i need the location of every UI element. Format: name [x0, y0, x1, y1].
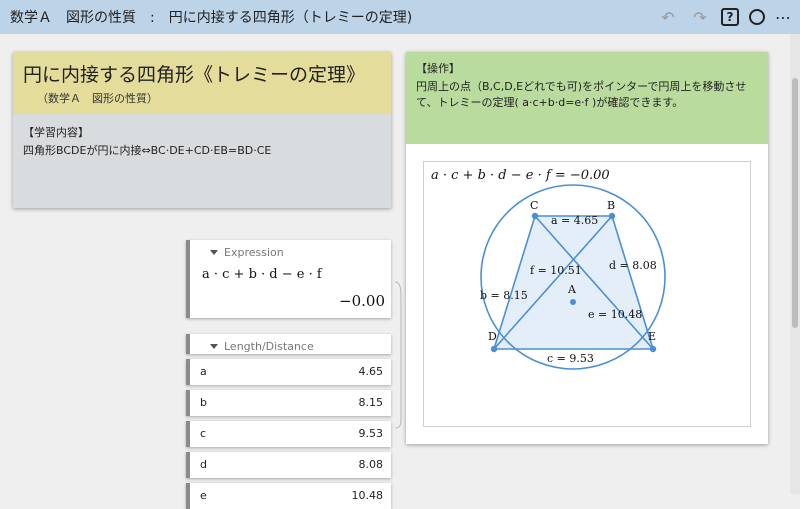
expression-value: −0.00: [339, 292, 385, 310]
operation-label: 【操作】: [416, 62, 460, 75]
length-row-a[interactable]: a 4.65: [186, 359, 391, 385]
top-bar: 数学Ａ 図形の性質 : 円に内接する四角形（トレミーの定理) ↶ ↷ ? ⋯: [0, 0, 800, 34]
vertical-scrollbar[interactable]: [790, 34, 800, 494]
length-row-e[interactable]: e 10.48: [186, 483, 391, 509]
length-name: d: [200, 458, 207, 471]
circle-icon[interactable]: [749, 9, 765, 25]
undo-icon[interactable]: ↶: [657, 6, 679, 28]
learning-content-label: 【学習内容】: [23, 126, 89, 139]
point-d: [490, 345, 498, 353]
geometry-view[interactable]: a · c + b · d − e · f = −0.00 A B C D E …: [423, 161, 751, 427]
point-b: [608, 212, 616, 220]
length-value: 10.48: [351, 489, 384, 502]
operation-header: 【操作】 円周上の点（B,C,D,Eどれでも可)をポインターで円周上を移動させて…: [406, 52, 768, 144]
length-value: 8.15: [358, 396, 384, 409]
title-card-header: 円に内接する四角形《トレミーの定理》 （数学Ａ 図形の性質）: [13, 52, 391, 114]
point-label-e: E: [648, 330, 656, 343]
learning-content: 【学習内容】 四角形BCDEが円に内接⇔BC·DE+CD·EB=BD·CE: [13, 114, 391, 168]
length-name: e: [200, 489, 207, 502]
expression-panel-header[interactable]: Expression: [190, 240, 391, 259]
segment-label-a: a = 4.65: [551, 214, 598, 227]
more-icon[interactable]: ⋯: [775, 8, 792, 27]
page-title: 円に内接する四角形《トレミーの定理》: [23, 64, 366, 86]
point-e: [649, 345, 657, 353]
point-label-d: D: [488, 330, 497, 343]
page-subtitle: （数学Ａ 図形の性質）: [37, 92, 158, 105]
point-c: [531, 212, 539, 220]
learning-content-text: 四角形BCDEが円に内接⇔BC·DE+CD·EB=BD·CE: [23, 144, 272, 157]
point-label-c: C: [530, 199, 538, 212]
scrollbar-thumb[interactable]: [792, 78, 798, 328]
redo-icon[interactable]: ↷: [689, 6, 711, 28]
length-name: b: [200, 396, 207, 409]
point-label-b: B: [607, 199, 615, 212]
expression-panel[interactable]: Expression a · c + b · d − e · f −0.00: [186, 240, 391, 318]
length-row-b[interactable]: b 8.15: [186, 390, 391, 416]
connector-brace: [394, 281, 402, 429]
point-a: [570, 299, 576, 305]
point-label-a: A: [567, 283, 577, 296]
length-value: 4.65: [358, 365, 384, 378]
segment-label-e: e = 10.48: [588, 308, 642, 321]
toolbar: ↶ ↷ ? ⋯: [657, 6, 792, 28]
length-name: c: [200, 427, 207, 440]
app-title: 数学Ａ 図形の性質 : 円に内接する四角形（トレミーの定理): [10, 10, 413, 26]
length-row-d[interactable]: d 8.08: [186, 452, 391, 478]
help-icon[interactable]: ?: [721, 8, 739, 26]
length-value: 8.08: [358, 458, 384, 471]
length-value: 9.53: [358, 427, 384, 440]
segment-label-c: c = 9.53: [547, 352, 594, 365]
length-row-c[interactable]: c 9.53: [186, 421, 391, 447]
title-card: 円に内接する四角形《トレミーの定理》 （数学Ａ 図形の性質） 【学習内容】 四角…: [13, 52, 391, 208]
segment-label-f: f = 10.51: [530, 264, 582, 277]
segment-label-b: b = 8.15: [480, 289, 528, 302]
operation-text: 円周上の点（B,C,D,Eどれでも可)をポインターで円周上を移動させて、トレミー…: [416, 80, 747, 109]
operation-card: 【操作】 円周上の点（B,C,D,Eどれでも可)をポインターで円周上を移動させて…: [406, 52, 768, 444]
length-distance-panel: Length/Distance a 4.65 b 8.15 c 9.53 d 8…: [186, 334, 391, 509]
length-name: a: [200, 365, 207, 378]
geometry-canvas[interactable]: A B C D E a = 4.65 b = 8.15 c = 9.53 d =…: [424, 162, 752, 428]
expression-formula[interactable]: a · c + b · d − e · f: [190, 259, 391, 282]
segment-label-d: d = 8.08: [609, 259, 657, 272]
length-distance-header[interactable]: Length/Distance: [186, 334, 391, 354]
